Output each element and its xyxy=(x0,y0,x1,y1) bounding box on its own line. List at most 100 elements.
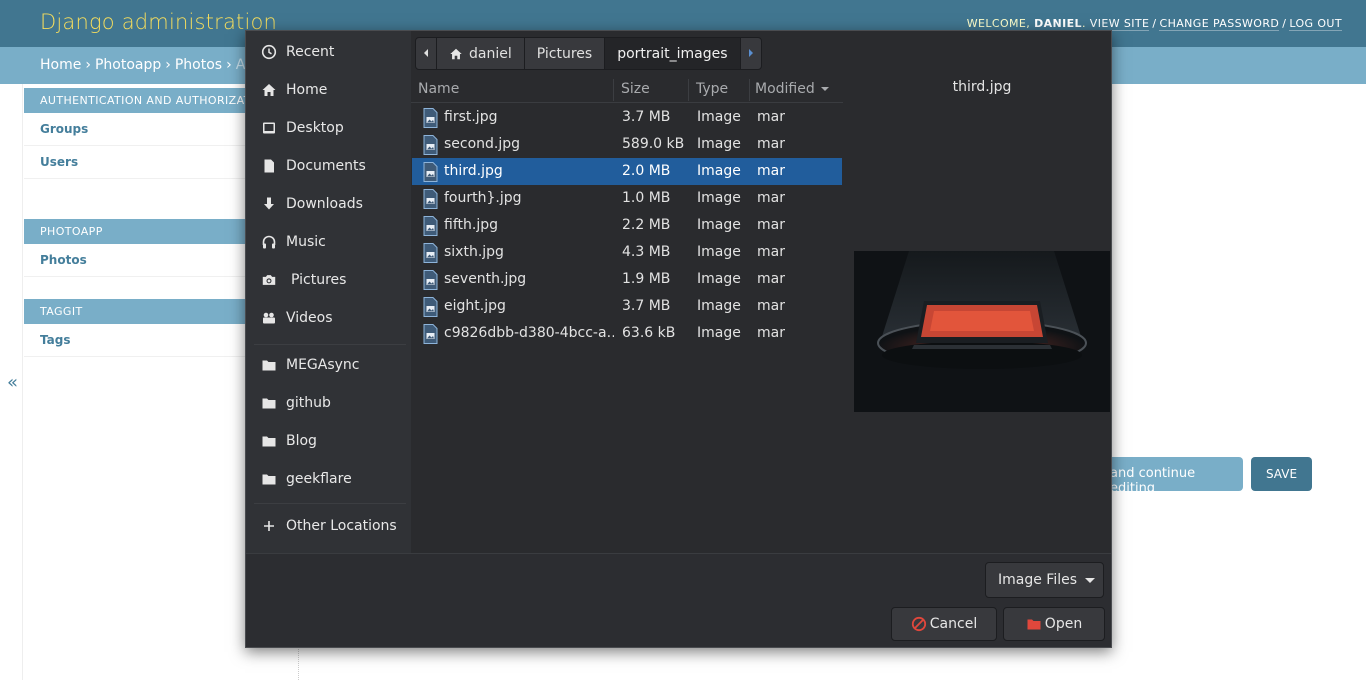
sidebar-item-pictures[interactable]: Pictures xyxy=(246,261,411,299)
log-out-link[interactable]: LOG OUT xyxy=(1289,17,1342,31)
chooser-footer: Image Files Cancel Open xyxy=(246,553,1111,647)
sidebar-item-label: github xyxy=(286,395,331,411)
file-name: first.jpg xyxy=(444,109,498,125)
file-chooser-dialog: Recent Home Desktop Documents Downloads … xyxy=(245,30,1112,648)
file-type: Image xyxy=(697,190,741,206)
sidebar-item-videos[interactable]: Videos xyxy=(246,299,411,337)
welcome-text: WELCOME, xyxy=(966,17,1031,30)
folder-icon xyxy=(261,357,277,373)
chevron-right-icon xyxy=(747,46,755,62)
file-modified: mar xyxy=(757,109,785,125)
sidebar-item-tags[interactable]: Tags xyxy=(24,324,246,357)
column-header: Name Size Type Modified xyxy=(411,77,843,103)
file-row[interactable]: eight.jpg 3.7 MB Image mar xyxy=(412,293,842,320)
image-file-icon xyxy=(423,243,438,263)
file-size: 2.2 MB xyxy=(622,217,671,233)
sidebar-item-downloads[interactable]: Downloads xyxy=(246,185,411,223)
file-row[interactable]: first.jpg 3.7 MB Image mar xyxy=(412,104,842,131)
file-row[interactable]: c9826dbb-d380-4bcc-a… 63.6 kB Image mar xyxy=(412,320,842,347)
path-bar: daniel Pictures portrait_images xyxy=(415,37,762,70)
file-row[interactable]: sixth.jpg 4.3 MB Image mar xyxy=(412,239,842,266)
column-type[interactable]: Type xyxy=(696,81,728,97)
file-name: fourth}.jpg xyxy=(444,190,522,206)
sidebar-item-desktop[interactable]: Desktop xyxy=(246,109,411,147)
sidebar-item-users[interactable]: Users xyxy=(24,146,246,179)
module-auth-title[interactable]: AUTHENTICATION AND AUTHORIZATION xyxy=(24,88,246,113)
file-row[interactable]: third.jpg 2.0 MB Image mar xyxy=(412,158,842,185)
sidebar-item-photos[interactable]: Photos xyxy=(24,244,246,277)
file-modified: mar xyxy=(757,217,785,233)
column-modified[interactable]: Modified xyxy=(755,81,829,97)
column-name[interactable]: Name xyxy=(418,81,459,97)
breadcrumb-home[interactable]: Home xyxy=(40,57,81,73)
file-row[interactable]: seventh.jpg 1.9 MB Image mar xyxy=(412,266,842,293)
file-name: fifth.jpg xyxy=(444,217,498,233)
change-password-link[interactable]: CHANGE PASSWORD xyxy=(1159,17,1280,31)
file-row[interactable]: fifth.jpg 2.2 MB Image mar xyxy=(412,212,842,239)
file-modified: mar xyxy=(757,244,785,260)
sidebar-item-blog[interactable]: Blog xyxy=(246,422,411,460)
path-forward-button[interactable] xyxy=(739,37,762,70)
sidebar-item-github[interactable]: github xyxy=(246,384,411,422)
headphones-icon xyxy=(261,234,277,250)
sidebar-item-documents[interactable]: Documents xyxy=(246,147,411,185)
path-segment-current[interactable]: portrait_images xyxy=(604,37,741,70)
save-and-continue-button[interactable]: and continue editing xyxy=(1104,457,1243,496)
breadcrumb-model[interactable]: Photos xyxy=(175,57,222,73)
sidebar-item-label: geekflare xyxy=(286,471,352,487)
sidebar-item-geekflare[interactable]: geekflare xyxy=(246,460,411,498)
image-file-icon xyxy=(423,270,438,290)
sidebar-item-label: Pictures xyxy=(291,272,347,288)
cancel-button[interactable]: Cancel xyxy=(891,607,997,641)
sidebar-item-label: Videos xyxy=(286,310,333,326)
preview-filename: third.jpg xyxy=(952,79,1012,95)
sidebar-item-label: Other Locations xyxy=(286,518,397,534)
file-type: Image xyxy=(697,325,741,341)
plus-icon xyxy=(261,518,277,534)
file-name: sixth.jpg xyxy=(444,244,504,260)
path-segment-pictures[interactable]: Pictures xyxy=(523,37,606,70)
places-separator xyxy=(254,503,406,504)
file-name: seventh.jpg xyxy=(444,271,527,287)
module-photoapp-title[interactable]: PHOTOAPP xyxy=(24,219,246,244)
sidebar-item-label: Recent xyxy=(286,44,335,60)
column-size[interactable]: Size xyxy=(621,81,650,97)
nav-divider xyxy=(22,84,23,680)
collapse-sidebar-icon[interactable]: « xyxy=(7,372,18,393)
download-icon xyxy=(261,196,277,212)
file-modified: mar xyxy=(757,136,785,152)
path-back-button[interactable] xyxy=(415,37,437,70)
file-size: 1.9 MB xyxy=(622,271,671,287)
file-row[interactable]: second.jpg 589.0 kB Image mar xyxy=(412,131,842,158)
file-row[interactable]: fourth}.jpg 1.0 MB Image mar xyxy=(412,185,842,212)
module-taggit-title[interactable]: TAGGIT xyxy=(24,299,246,324)
sidebar-item-home[interactable]: Home xyxy=(246,71,411,109)
file-name: second.jpg xyxy=(444,136,521,152)
sidebar-item-label: Home xyxy=(286,82,328,98)
site-brand[interactable]: Django administration xyxy=(40,10,277,34)
open-button[interactable]: Open xyxy=(1003,607,1105,641)
sidebar-item-music[interactable]: Music xyxy=(246,223,411,261)
file-list: Name Size Type Modified first.jpg 3.7 MB I… xyxy=(411,77,843,553)
sidebar-item-megasync[interactable]: MEGAsync xyxy=(246,346,411,384)
file-size: 2.0 MB xyxy=(622,163,671,179)
preview-image xyxy=(854,251,1110,412)
document-icon xyxy=(261,158,277,174)
breadcrumb-app[interactable]: Photoapp xyxy=(95,57,161,73)
file-size: 3.7 MB xyxy=(622,109,671,125)
desktop-icon xyxy=(261,120,277,136)
view-site-link[interactable]: VIEW SITE xyxy=(1089,17,1150,31)
admin-sidebar: AUTHENTICATION AND AUTHORIZATION Groups … xyxy=(24,88,246,357)
file-type-filter[interactable]: Image Files xyxy=(985,562,1104,598)
sidebar-item-groups[interactable]: Groups xyxy=(24,113,246,146)
file-size: 4.3 MB xyxy=(622,244,671,260)
path-segment-daniel[interactable]: daniel xyxy=(436,37,525,70)
file-size: 63.6 kB xyxy=(622,325,676,341)
file-name: eight.jpg xyxy=(444,298,506,314)
cancel-label: Cancel xyxy=(929,616,978,632)
save-button[interactable]: SAVE xyxy=(1251,457,1312,491)
file-type: Image xyxy=(697,163,741,179)
sidebar-item-other-locations[interactable]: Other Locations xyxy=(246,507,411,545)
file-modified: mar xyxy=(757,190,785,206)
sidebar-item-recent[interactable]: Recent xyxy=(246,33,411,71)
